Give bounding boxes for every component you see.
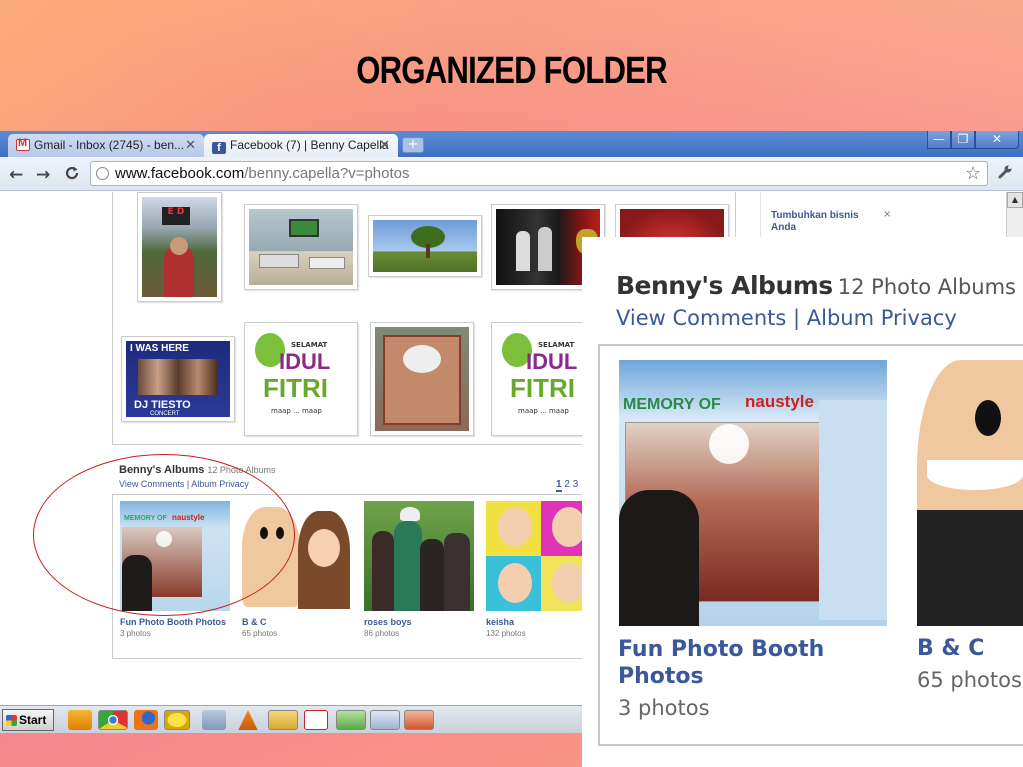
vlc-icon[interactable] — [238, 710, 258, 730]
scroll-up-arrow-icon[interactable]: ▲ — [1007, 192, 1023, 208]
tab-gmail-label: Gmail - Inbox (2745) - ben... — [34, 138, 185, 152]
i-was-here-text: I WAS HERE — [130, 343, 189, 354]
zoom-album-name[interactable]: Fun Photo Booth Photos — [618, 636, 858, 690]
windows-logo-icon — [6, 715, 17, 726]
dj-tiesto-text: DJ TIESTO — [134, 399, 191, 411]
close-window-button[interactable]: ✕ — [975, 131, 1019, 149]
photo-thumb[interactable] — [244, 204, 358, 290]
i-was-here-dj-tiesto: I WAS HERE DJ TIESTO CONCERT — [126, 341, 230, 417]
zoom-albums-title: Benny's Albums — [616, 271, 833, 300]
tab-strip: Gmail - Inbox (2745) - ben... ✕ f Faceboo… — [0, 131, 1023, 157]
fitri-text: FITRI — [510, 373, 575, 403]
selamat-text: SELAMAT — [291, 341, 328, 349]
fitri-text: FITRI — [263, 373, 328, 403]
back-arrow-icon[interactable]: ← — [9, 165, 23, 185]
url-host: www.facebook.com — [115, 165, 245, 182]
wrench-icon[interactable] — [997, 164, 1013, 184]
maap-text: maap ... maap — [518, 407, 569, 415]
notepad-icon[interactable] — [370, 710, 400, 730]
album-count: 65 photos — [242, 629, 278, 638]
album-item[interactable]: roses boys 86 photos — [364, 501, 476, 638]
zoom-album-cover[interactable] — [917, 360, 1023, 626]
highlight-ellipse — [33, 454, 295, 616]
photo-thumb[interactable] — [368, 215, 482, 277]
address-bar[interactable]: www.facebook.com/benny.capella?v=photos — [90, 161, 988, 186]
zoom-memory-of-text: MEMORY OF — [623, 396, 721, 413]
zoom-album-name[interactable]: B & C — [917, 636, 984, 661]
globe-icon — [96, 167, 109, 180]
building-sign — [375, 327, 469, 431]
album-name[interactable]: roses boys — [364, 617, 476, 628]
taskbar: Start — [0, 705, 582, 733]
close-icon[interactable]: ✕ — [185, 137, 196, 153]
album-cover — [486, 501, 596, 611]
firefox-icon[interactable] — [134, 710, 158, 730]
folder-icon[interactable] — [268, 710, 298, 730]
selamat-text: SELAMAT — [538, 341, 575, 349]
facebook-icon: f — [212, 142, 226, 154]
album-pager: 1 2 3 — [556, 479, 579, 492]
bookmark-star-icon[interactable]: ☆ — [965, 163, 981, 184]
street-photo: E D — [142, 197, 217, 297]
page-link-3[interactable]: 3 — [573, 479, 579, 490]
zoom-album-count: 3 photos — [618, 696, 710, 720]
minimize-button[interactable]: — — [927, 131, 951, 149]
page-link-2[interactable]: 2 — [564, 479, 570, 490]
zoom-brand-text: naustyle — [745, 392, 814, 411]
photo-thumb[interactable]: SELAMAT IDUL FITRI maap ... maap — [244, 322, 358, 436]
selamat-idul-fitri: SELAMAT IDUL FITRI maap ... maap — [249, 327, 353, 431]
sponsored-ad-title[interactable]: Tumbuhkan bisnis Anda — [771, 210, 861, 234]
tree — [373, 220, 477, 272]
page-link-1[interactable]: 1 — [556, 479, 562, 492]
chrome-icon[interactable] — [98, 710, 128, 730]
media-player-icon[interactable] — [68, 710, 92, 730]
slide-title: ORGANIZED FOLDER — [356, 50, 667, 92]
photo-thumb[interactable]: E D — [137, 192, 222, 302]
zoom-album-count: 65 photos — [917, 668, 1022, 692]
zoom-albums-box: MEMORY OF naustyle Fun Photo Booth Photo… — [598, 344, 1023, 746]
presentation-icon[interactable] — [404, 710, 434, 730]
new-tab-button[interactable]: + — [402, 137, 424, 153]
album-name[interactable]: B & C — [242, 617, 354, 628]
concert-text: CONCERT — [150, 411, 180, 417]
zoom-link-separator: | — [786, 306, 807, 330]
tab-facebook[interactable]: f Facebook (7) | Benny Capella ✕ — [204, 134, 398, 157]
reload-icon[interactable] — [64, 165, 80, 186]
living-room — [249, 209, 353, 285]
album-count: 86 photos — [364, 629, 400, 638]
tab-gmail[interactable]: Gmail - Inbox (2745) - ben... ✕ — [8, 134, 204, 157]
tab-facebook-label: Facebook (7) | Benny Capella — [230, 138, 389, 152]
forward-arrow-icon[interactable]: → — [36, 165, 50, 185]
photo-thumb[interactable] — [370, 322, 474, 436]
maap-text: maap ... maap — [271, 407, 322, 415]
idul-text: IDUL — [279, 349, 331, 374]
zoom-callout: Benny's Albums 12 Photo Albums View Comm… — [582, 237, 1023, 767]
zoom-albums-header: Benny's Albums 12 Photo Albums View Comm… — [616, 271, 1016, 330]
album-name[interactable]: Fun Photo Booth Photos — [120, 617, 232, 628]
zoom-album-privacy-link[interactable]: Album Privacy — [807, 306, 957, 330]
album-count: 3 photos — [120, 629, 151, 638]
zoom-view-comments-link[interactable]: View Comments — [616, 306, 786, 330]
maximize-button[interactable]: ❐ — [951, 131, 975, 149]
start-button[interactable]: Start — [2, 709, 54, 731]
idul-text: IDUL — [526, 349, 578, 374]
close-icon[interactable]: × — [883, 209, 891, 220]
album-cover — [364, 501, 474, 611]
photo-thumb[interactable]: I WAS HERE DJ TIESTO CONCERT — [121, 336, 235, 422]
start-label: Start — [19, 713, 47, 727]
gmail-icon — [16, 137, 30, 151]
close-icon[interactable]: ✕ — [379, 137, 390, 153]
messenger-icon[interactable] — [164, 710, 190, 730]
url-path: /benny.capella?v=photos — [244, 165, 410, 182]
document-icon[interactable] — [202, 710, 226, 730]
zoom-albums-count: 12 Photo Albums — [837, 275, 1016, 299]
zoom-album-cover[interactable]: MEMORY OF naustyle — [619, 360, 887, 626]
network-icon[interactable] — [336, 710, 366, 730]
pdf-icon[interactable] — [304, 710, 328, 730]
browser-toolbar: ← → www.facebook.com/benny.capella?v=pho… — [0, 157, 1023, 191]
